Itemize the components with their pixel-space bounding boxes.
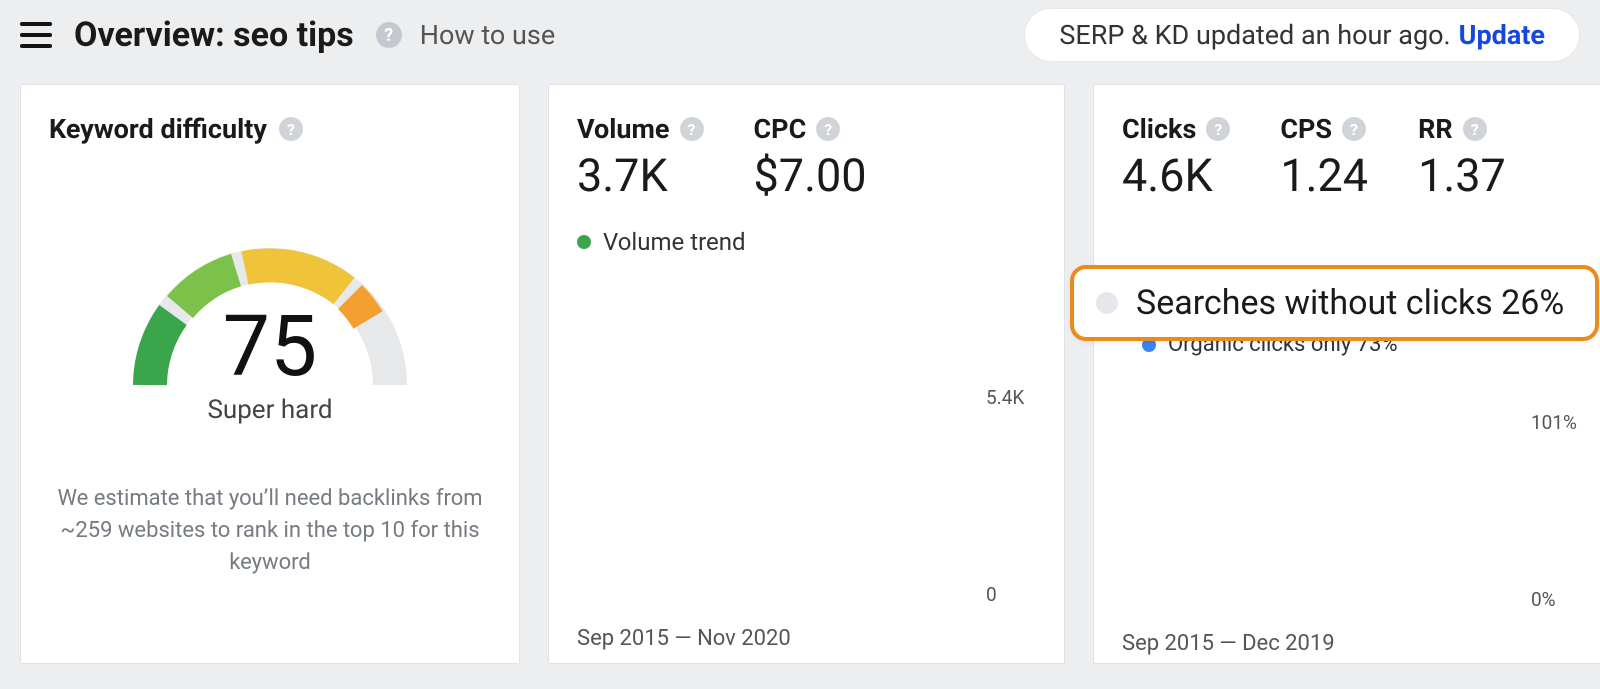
volume-ymin: 0 xyxy=(986,583,997,606)
page-title: Overview: seo tips xyxy=(74,15,354,55)
rr-value: 1.37 xyxy=(1418,149,1506,202)
volume-card: Volume? 3.7K CPC? $7.00 Volume trend 5.4… xyxy=(548,84,1065,664)
update-link[interactable]: Update xyxy=(1459,19,1545,51)
clicks-value: 4.6K xyxy=(1122,149,1230,202)
volume-value: 3.7K xyxy=(577,149,704,202)
help-icon[interactable]: ? xyxy=(1206,117,1230,141)
dot-icon xyxy=(577,235,591,249)
rr-label: RR xyxy=(1418,113,1453,145)
volume-legend: Volume trend xyxy=(603,228,746,256)
dot-icon xyxy=(1096,292,1118,314)
volume-ymax: 5.4K xyxy=(986,386,1024,409)
searches-without-clicks-callout: Searches without clicks 26% xyxy=(1070,265,1599,341)
kd-verdict: Super hard xyxy=(207,395,332,425)
volume-label: Volume xyxy=(577,113,670,145)
clicks-card: Clicks? 4.6K CPS? 1.24 RR? 1.37 Searches… xyxy=(1093,84,1600,664)
cpc-label: CPC xyxy=(754,113,807,145)
cpc-value: $7.00 xyxy=(754,149,867,202)
kd-description: We estimate that you’ll need backlinks f… xyxy=(49,483,491,579)
cps-value: 1.24 xyxy=(1280,149,1368,202)
volume-date-range: Sep 2015 — Nov 2020 xyxy=(577,626,1036,651)
help-icon[interactable]: ? xyxy=(680,117,704,141)
kd-heading: Keyword difficulty xyxy=(49,113,267,145)
clicks-chart xyxy=(1122,411,1517,611)
help-icon[interactable]: ? xyxy=(816,117,840,141)
help-icon[interactable]: ? xyxy=(1342,117,1366,141)
update-pill: SERP & KD updated an hour ago. Update xyxy=(1024,8,1580,62)
clicks-label: Clicks xyxy=(1122,113,1196,145)
menu-icon[interactable] xyxy=(20,22,52,48)
cps-label: CPS xyxy=(1280,113,1332,145)
how-to-use-link[interactable]: How to use xyxy=(420,19,555,51)
volume-chart xyxy=(577,386,972,606)
kd-score: 75 xyxy=(223,305,317,389)
help-icon[interactable]: ? xyxy=(1463,117,1487,141)
clicks-ymax: 101% xyxy=(1531,411,1577,434)
clicks-date-range: Sep 2015 — Dec 2019 xyxy=(1122,631,1581,656)
clicks-ymin: 0% xyxy=(1531,588,1556,611)
update-pill-text: SERP & KD updated an hour ago. xyxy=(1059,19,1450,51)
top-bar: Overview: seo tips ? How to use SERP & K… xyxy=(0,0,1600,64)
cards-row: Keyword difficulty ? 75 Super hard We es… xyxy=(0,64,1600,664)
help-icon[interactable]: ? xyxy=(376,22,402,48)
keyword-difficulty-card: Keyword difficulty ? 75 Super hard We es… xyxy=(20,84,520,664)
help-icon[interactable]: ? xyxy=(279,117,303,141)
callout-text: Searches without clicks 26% xyxy=(1136,283,1564,323)
